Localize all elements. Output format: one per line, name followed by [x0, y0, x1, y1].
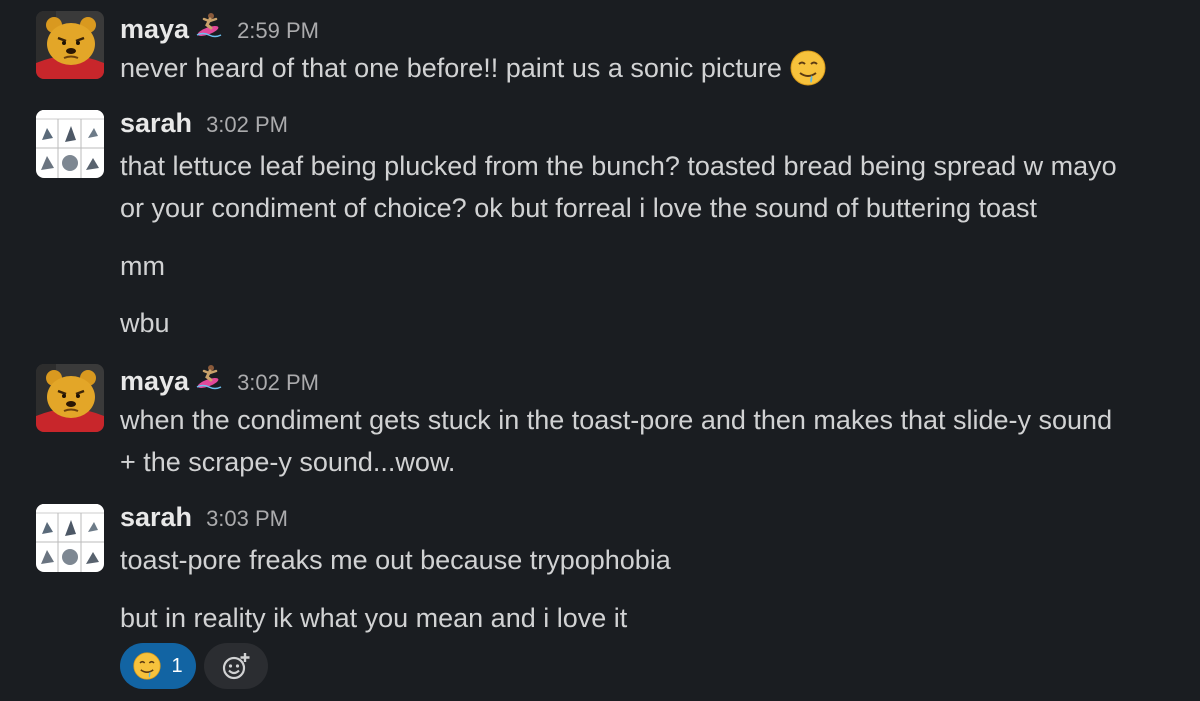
sender-name[interactable]: maya [120, 366, 189, 397]
add-emoji-icon [221, 651, 251, 681]
drooling-face-icon [133, 652, 161, 680]
message-text: but in reality ik what you mean and i lo… [120, 597, 627, 639]
message-line: but in reality ik what you mean and i lo… [120, 603, 628, 633]
timestamp[interactable]: 3:02 PM [237, 370, 319, 396]
add-reaction-button[interactable] [204, 643, 268, 689]
message-text: that lettuce leaf being plucked from the… [120, 145, 1117, 229]
timestamp[interactable]: 3:02 PM [206, 112, 288, 138]
sender-name[interactable]: sarah [120, 108, 192, 139]
message-header: sarah 3:03 PM [120, 502, 288, 536]
message-line: + the scrape-y sound...wow. [120, 447, 456, 477]
message-text: toast-pore freaks me out because trypoph… [120, 539, 671, 581]
message-line: that lettuce leaf being plucked from the… [120, 151, 1117, 181]
avatar-sarah[interactable] [36, 504, 104, 572]
message-line: never heard of that one before!! paint u… [120, 53, 782, 83]
avatar-sarah[interactable] [36, 110, 104, 178]
avatar-maya[interactable] [36, 11, 104, 79]
message-line: when the condiment gets stuck in the toa… [120, 405, 1113, 435]
reaction-drooling-face[interactable]: 1 [120, 643, 196, 689]
message-line: wbu [120, 308, 170, 338]
reaction-count: 1 [171, 654, 183, 677]
timestamp[interactable]: 3:03 PM [206, 506, 288, 532]
message-text: when the condiment gets stuck in the toa… [120, 399, 1112, 483]
message-line: mm [120, 251, 165, 281]
message-line: or your condiment of choice? ok but forr… [120, 193, 1038, 223]
message-header: maya 3:02 PM [120, 362, 319, 396]
avatar-maya[interactable] [36, 364, 104, 432]
surfer-icon[interactable] [195, 10, 223, 38]
sender-name[interactable]: maya [120, 14, 189, 45]
drooling-face-icon [790, 50, 826, 86]
message-header: sarah 3:02 PM [120, 108, 288, 142]
message-text: mm [120, 245, 165, 287]
sender-name[interactable]: sarah [120, 502, 192, 533]
message-text: never heard of that one before!! paint u… [120, 47, 826, 89]
surfer-icon[interactable] [195, 362, 223, 390]
message-text: wbu [120, 302, 170, 344]
message-header: maya 2:59 PM [120, 10, 319, 44]
timestamp[interactable]: 2:59 PM [237, 18, 319, 44]
message-line: toast-pore freaks me out because trypoph… [120, 545, 671, 575]
